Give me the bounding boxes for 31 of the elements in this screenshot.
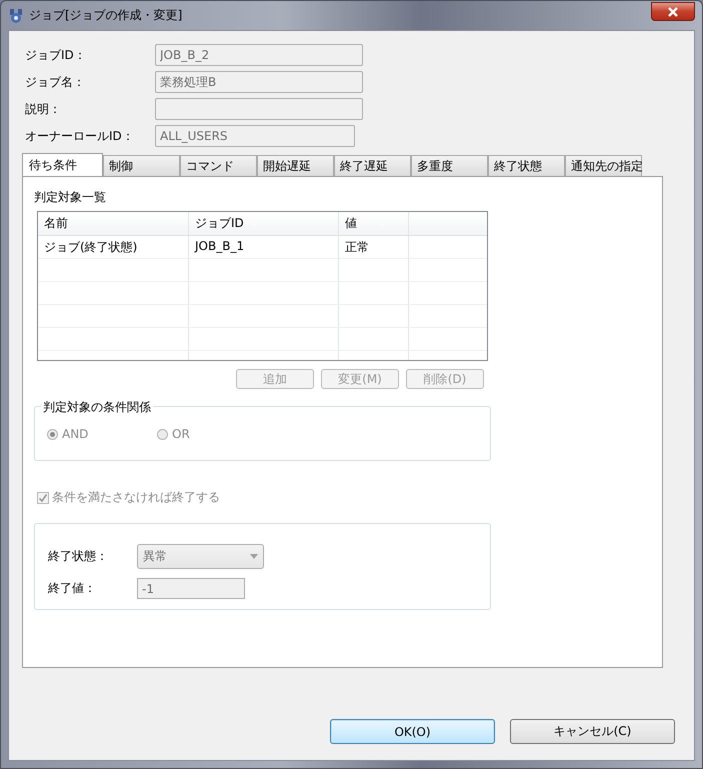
field-label: 終了状態： (48, 548, 109, 565)
tab[interactable]: 通知先の指定 (565, 155, 642, 176)
column-header[interactable]: 値 (339, 212, 409, 235)
list-title: 判定対象一覧 (34, 189, 106, 206)
field-label: 説明： (25, 100, 62, 118)
table-cell: JOB_B_1 (189, 236, 339, 259)
table-cell: 正常 (339, 236, 409, 259)
radio-label: OR (172, 427, 190, 441)
window-title: ジョブ[ジョブの作成・変更] (29, 7, 184, 24)
cancel-button[interactable]: キャンセル(C) (510, 719, 675, 744)
dropdown-arrow-icon (250, 554, 258, 559)
table-cell: ジョブ(終了状態) (38, 236, 189, 259)
tab[interactable]: 制御 (103, 155, 180, 176)
tab[interactable]: 待ち条件 (22, 153, 103, 176)
field-label: ジョブID： (25, 46, 87, 64)
field-label: オーナーロールID： (25, 128, 135, 144)
close-icon (667, 6, 679, 16)
ok-button[interactable]: OK(O) (330, 719, 495, 744)
group-title: 判定対象の条件関係 (41, 399, 153, 416)
tab[interactable]: コマンド (180, 155, 257, 176)
tab[interactable]: 開始遅延 (257, 155, 334, 176)
tab[interactable]: 終了状態 (488, 155, 565, 176)
close-button[interactable] (651, 2, 695, 21)
field-label: ジョブ名： (25, 74, 86, 90)
column-header[interactable]: ジョブID (189, 212, 339, 235)
radio-label: AND (62, 427, 88, 441)
tab[interactable]: 終了遅延 (334, 155, 411, 176)
tab[interactable]: 多重度 (411, 155, 488, 176)
field-label: 終了値： (48, 580, 97, 597)
checkbox-label: 条件を満たさなければ終了する (52, 489, 220, 506)
column-header[interactable]: 名前 (38, 212, 189, 235)
